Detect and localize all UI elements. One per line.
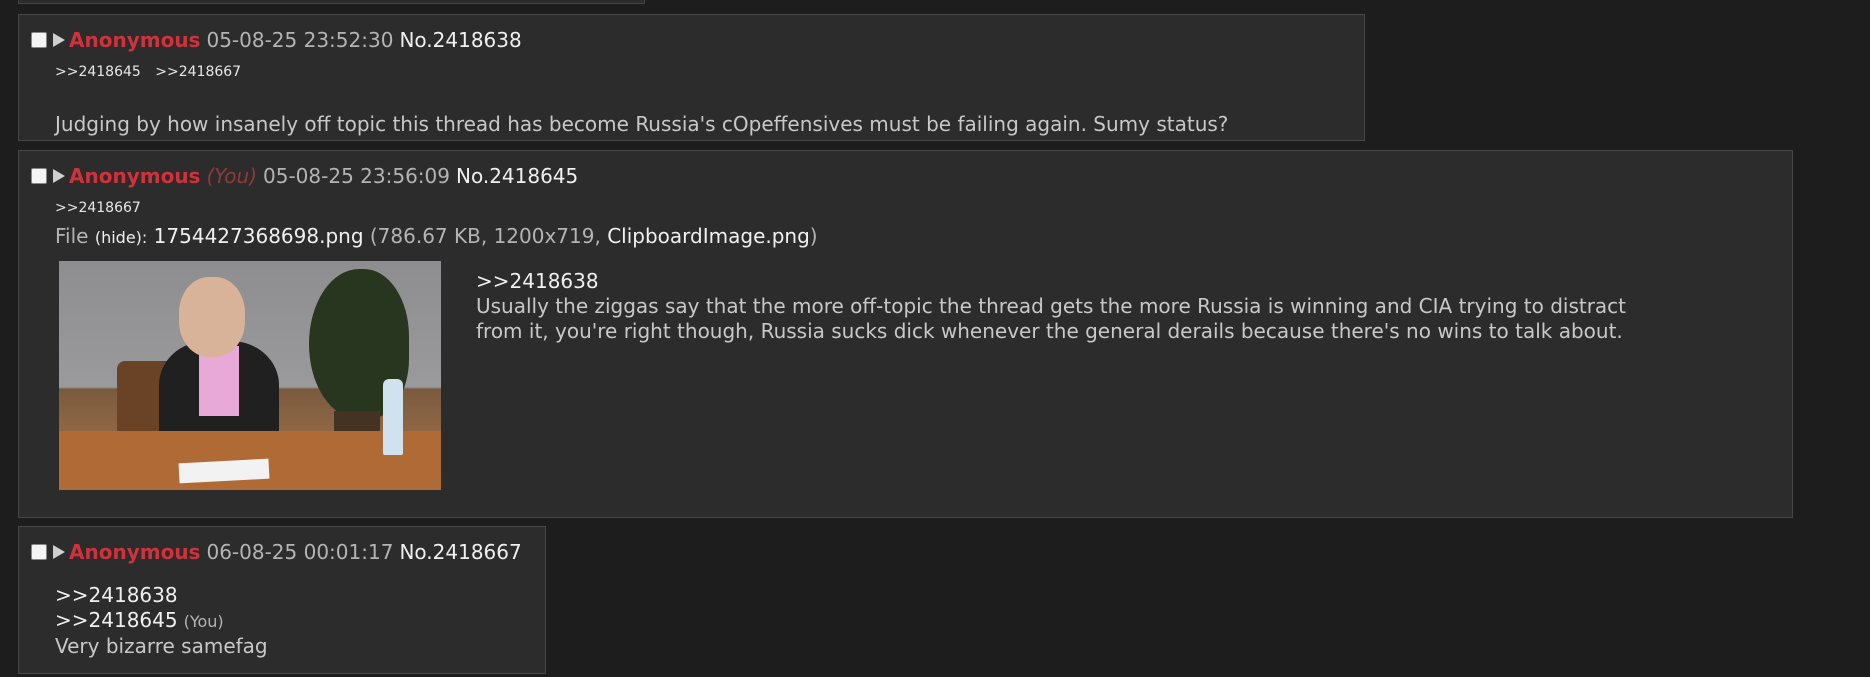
file-link[interactable]: 1754427368698.png	[154, 224, 364, 248]
original-filename[interactable]: ClipboardImage.png	[607, 224, 810, 248]
post-menu-arrow-icon[interactable]	[53, 33, 65, 47]
poster-name: Anonymous	[69, 164, 201, 188]
you-tag: (You)	[183, 612, 224, 631]
post-info: Anonymous (You) 05-08-25 23:56:09 No.241…	[31, 164, 578, 188]
comment-line: Very bizarre samefag	[55, 634, 268, 658]
you-tag: (You)	[206, 164, 258, 188]
comment-line: from it, you're right though, Russia suc…	[476, 319, 1623, 343]
post-number[interactable]: No.2418645	[456, 164, 578, 188]
post-date: 05-08-25 23:56:09	[263, 164, 450, 188]
backlinks: >>2418667	[55, 200, 141, 216]
post-number[interactable]: No.2418638	[399, 28, 521, 52]
hide-close-paren: ):	[135, 228, 148, 247]
previous-post-edge	[18, 0, 645, 4]
post-date: 05-08-25 23:52:30	[206, 28, 394, 52]
post-image-thumbnail[interactable]	[59, 261, 441, 490]
post-info: Anonymous 06-08-25 00:01:17 No.2418667	[31, 540, 522, 564]
backlinks: >>2418645 >>2418667	[55, 64, 241, 80]
post-menu-arrow-icon[interactable]	[53, 545, 65, 559]
reply-post: Anonymous 05-08-25 23:52:30 No.2418638 >…	[18, 14, 1365, 141]
reply-post: Anonymous (You) 05-08-25 23:56:09 No.241…	[18, 150, 1793, 518]
hide-image-link[interactable]: hide	[101, 228, 136, 247]
post-comment: >>2418638 Usually the ziggas say that th…	[476, 269, 1626, 344]
file-details-close: )	[809, 224, 818, 248]
reply-post: Anonymous 06-08-25 00:01:17 No.2418667 >…	[18, 526, 546, 674]
post-comment: Judging by how insanely off topic this t…	[55, 112, 1229, 136]
checkbox-icon[interactable]	[31, 544, 47, 560]
backlink[interactable]: >>2418667	[55, 200, 141, 216]
poster-name: Anonymous	[69, 28, 201, 52]
backlink[interactable]: >>2418667	[155, 64, 241, 80]
checkbox-icon[interactable]	[31, 168, 47, 184]
post-number[interactable]: No.2418667	[399, 540, 521, 564]
quote-link[interactable]: >>2418638	[476, 269, 1626, 294]
post-info: Anonymous 05-08-25 23:52:30 No.2418638	[31, 28, 522, 52]
file-label: File	[55, 224, 89, 248]
post-menu-arrow-icon[interactable]	[53, 169, 65, 183]
quote-link[interactable]: >>2418638	[55, 583, 268, 608]
comment-line: Usually the ziggas say that the more off…	[476, 294, 1627, 318]
checkbox-icon[interactable]	[31, 32, 47, 48]
post-comment: >>2418638 >>2418645 (You) Very bizarre sa…	[55, 583, 268, 659]
poster-name: Anonymous	[69, 540, 201, 564]
quote-link[interactable]: >>2418645	[55, 608, 178, 632]
post-date: 06-08-25 00:01:17	[206, 540, 394, 564]
file-details: (786.67 KB, 1200x719,	[369, 224, 601, 248]
file-info: File (hide): 1754427368698.png (786.67 K…	[55, 224, 818, 248]
backlink[interactable]: >>2418645	[55, 64, 141, 80]
